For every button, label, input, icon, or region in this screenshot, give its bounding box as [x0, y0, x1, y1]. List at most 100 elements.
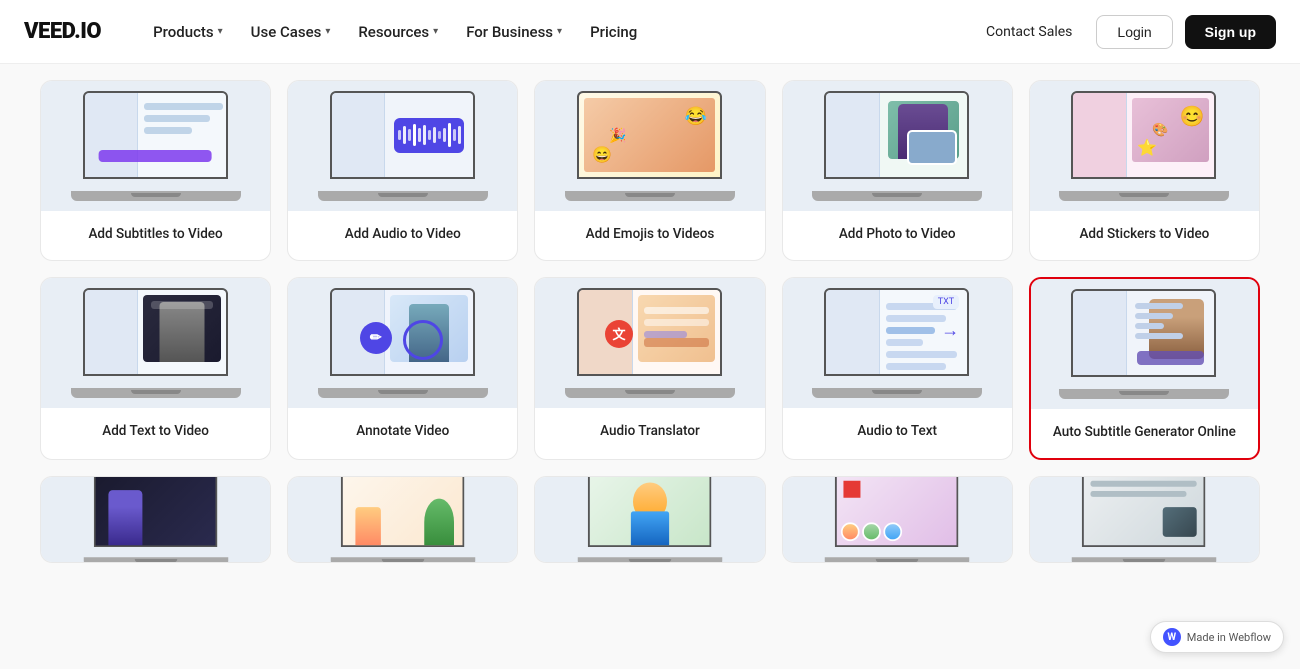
laptop-autosubtitle [1059, 289, 1229, 399]
screen-content-audiototext: → TXT [826, 290, 967, 374]
content-mini3 [590, 477, 710, 546]
webflow-badge: W Made in Webflow [1150, 621, 1284, 653]
sidebar-illustration [1073, 93, 1127, 177]
line2 [644, 319, 709, 326]
screen-content-translator: 文 [579, 290, 720, 374]
screen-content-subtitles [85, 93, 226, 177]
card-image-mini2 [288, 477, 517, 562]
audio-bar [394, 118, 464, 153]
laptop-screen-emojis: 😂 😄 🎉 [577, 91, 722, 179]
card-subtitles[interactable]: Add Subtitles to Video [40, 80, 271, 261]
card-mini-1[interactable] [40, 476, 271, 563]
laptop-text [71, 288, 241, 398]
card-label-stickers: Add Stickers to Video [1030, 211, 1259, 260]
card-annotate[interactable]: ✏ Annotate Video [287, 277, 518, 460]
laptop-mini4 [825, 477, 970, 562]
laptop-mini2 [331, 477, 476, 562]
card-grid-row1: Add Subtitles to Video [40, 80, 1260, 261]
webflow-label: Made in Webflow [1187, 631, 1271, 644]
signup-button[interactable]: Sign up [1185, 15, 1276, 49]
line [1135, 303, 1183, 309]
face1 [841, 523, 860, 542]
photo-inset [907, 130, 957, 165]
card-mini-4[interactable] [782, 476, 1013, 563]
nav-right: Contact Sales Login Sign up [974, 15, 1276, 49]
card-translator[interactable]: 文 Audio Translator [534, 277, 765, 460]
person-figure [159, 302, 204, 362]
main-content: Add Subtitles to Video [0, 64, 1300, 669]
line [886, 315, 946, 322]
laptop-screen-audiototext: → TXT [824, 288, 969, 376]
subtitle-highlight-bar [99, 150, 212, 162]
card-image-audio [288, 81, 517, 211]
dot-mini4 [844, 481, 861, 498]
nav-links: Products ▾ Use Cases ▾ Resources ▾ For B… [141, 15, 974, 49]
illus-row [144, 115, 210, 122]
laptop-base [565, 388, 735, 398]
card-mini-5[interactable] [1029, 476, 1260, 563]
person-mini1 [108, 490, 142, 545]
row1 [1091, 481, 1197, 487]
line1 [644, 307, 709, 314]
card-label-audiototext: Audio to Text [783, 408, 1012, 457]
laptop-audio [318, 91, 488, 201]
line [886, 327, 935, 334]
audiototext-area: → TXT [880, 290, 967, 374]
nav-item-usecases[interactable]: Use Cases ▾ [239, 15, 343, 49]
screen-content-audio [332, 93, 473, 177]
screen-content-photo [826, 93, 967, 177]
card-audio[interactable]: Add Audio to Video [287, 80, 518, 261]
sticker-1: 😊 [1179, 104, 1204, 128]
nav-item-forbusiness[interactable]: For Business ▾ [454, 15, 574, 49]
card-photo[interactable]: Add Photo to Video [782, 80, 1013, 261]
content-mini4 [837, 477, 957, 546]
card-text[interactable]: Add Text to Video [40, 277, 271, 460]
logo[interactable]: VEED.IO [24, 19, 101, 44]
laptop-base [565, 191, 735, 201]
translate-icon: 文 [605, 320, 633, 348]
card-stickers[interactable]: 😊 ⭐ 🎨 Add Stickers to Video [1029, 80, 1260, 261]
card-emojis[interactable]: 😂 😄 🎉 Add Emojis to Videos [534, 80, 765, 261]
nav-item-pricing[interactable]: Pricing [578, 15, 649, 49]
annotation-circle [403, 320, 443, 360]
base-mini3 [578, 558, 723, 562]
laptop-base [318, 191, 488, 201]
nav-item-products[interactable]: Products ▾ [141, 15, 235, 49]
chevron-down-icon: ▾ [218, 26, 223, 37]
contact-sales-button[interactable]: Contact Sales [974, 16, 1084, 48]
line3 [644, 331, 687, 338]
person-mini2 [355, 507, 381, 545]
laptop-base [318, 388, 488, 398]
card-image-mini5 [1030, 477, 1259, 562]
laptop-emojis: 😂 😄 🎉 [565, 91, 735, 201]
screen-mini1 [94, 477, 217, 548]
laptop-screen-subtitles [83, 91, 228, 179]
laptop-base [812, 388, 982, 398]
laptop-screen-stickers: 😊 ⭐ 🎨 [1071, 91, 1216, 179]
row2 [1091, 491, 1187, 497]
screen-content-emojis: 😂 😄 🎉 [579, 93, 720, 177]
arrow-icon: → [941, 320, 959, 341]
navbar: VEED.IO Products ▾ Use Cases ▾ Resources… [0, 0, 1300, 64]
content-mini2 [342, 477, 462, 546]
face2 [862, 523, 881, 542]
laptop-translator: 文 [565, 288, 735, 398]
illus-row [144, 127, 192, 134]
laptop-screen-annotate: ✏ [330, 288, 475, 376]
card-mini-2[interactable] [287, 476, 518, 563]
screen-mini3 [588, 477, 711, 548]
nav-item-resources[interactable]: Resources ▾ [346, 15, 450, 49]
card-mini-3[interactable] [534, 476, 765, 563]
laptop-mini1 [83, 477, 228, 562]
laptop-base [812, 191, 982, 201]
sidebar-illustration [85, 290, 139, 374]
login-button[interactable]: Login [1096, 15, 1172, 49]
laptop-screen-autosubtitle [1071, 289, 1216, 377]
card-image-text [41, 278, 270, 408]
card-autosubtitle[interactable]: Auto Subtitle Generator Online [1029, 277, 1260, 460]
base-mini5 [1072, 558, 1217, 562]
card-image-stickers: 😊 ⭐ 🎨 [1030, 81, 1259, 211]
card-label-emojis: Add Emojis to Videos [535, 211, 764, 260]
card-audiototext[interactable]: → TXT Audio to Text [782, 277, 1013, 460]
sidebar-illustration [332, 93, 386, 177]
